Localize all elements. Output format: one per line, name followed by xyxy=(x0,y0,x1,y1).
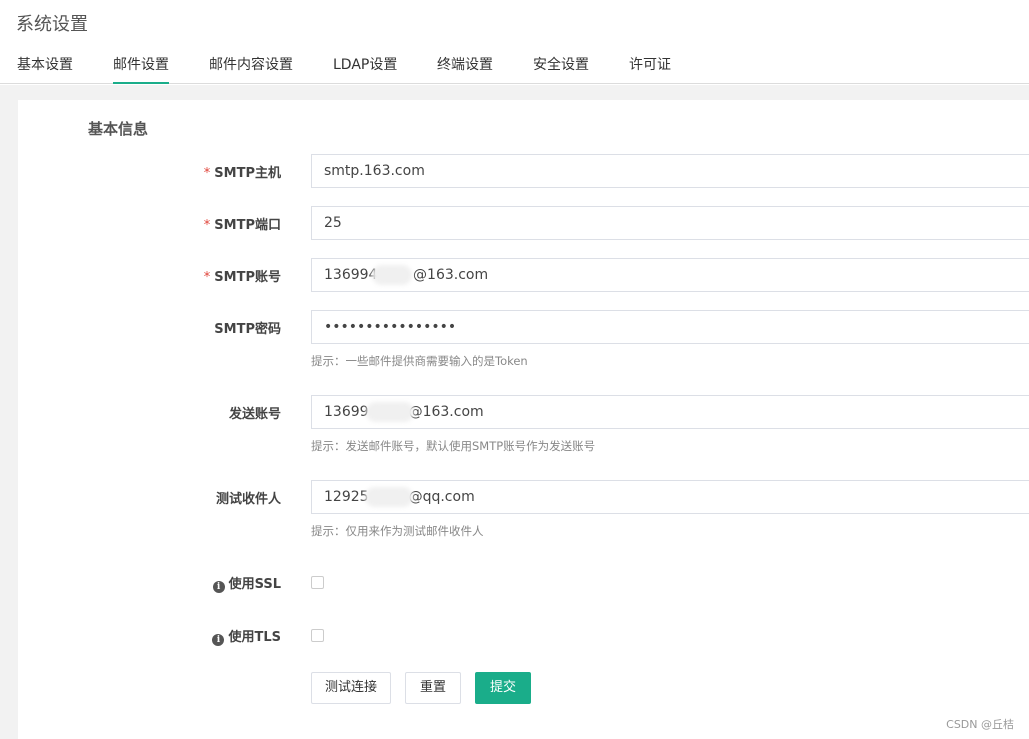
smtp-host-label: * SMTP主机 xyxy=(81,162,281,181)
section-title: 基本信息 xyxy=(88,120,149,138)
smtp-port-label-text: SMTP端口 xyxy=(214,218,281,233)
tab-license[interactable]: 许可证 xyxy=(629,48,671,84)
smtp-password-hint: 提示：一些邮件提供商需要输入的是Token xyxy=(311,354,528,368)
redaction-blur xyxy=(365,487,413,507)
use-tls-label-text: 使用TLS xyxy=(228,630,281,645)
send-account-hint: 提示：发送邮件账号，默认使用SMTP账号作为发送账号 xyxy=(311,439,596,453)
smtp-host-label-text: SMTP主机 xyxy=(214,166,281,181)
test-connection-button[interactable]: 测试连接 xyxy=(311,672,391,704)
smtp-port-label: * SMTP端口 xyxy=(81,214,281,233)
test-recipient-hint: 提示：仅用来作为测试邮件收件人 xyxy=(311,524,484,538)
required-mark: * xyxy=(203,166,211,181)
reset-button[interactable]: 重置 xyxy=(405,672,461,704)
use-ssl-label: i 使用SSL xyxy=(81,573,281,593)
tab-terminal-settings[interactable]: 终端设置 xyxy=(437,48,493,84)
info-icon[interactable]: i xyxy=(212,634,225,646)
use-tls-label: i 使用TLS xyxy=(81,626,281,646)
submit-button[interactable]: 提交 xyxy=(475,672,531,704)
test-recipient-label: 测试收件人 xyxy=(215,492,281,507)
tab-mail-settings[interactable]: 邮件设置 xyxy=(113,48,169,84)
send-account-input[interactable] xyxy=(311,395,1029,429)
tab-ldap-settings[interactable]: LDAP设置 xyxy=(333,48,397,84)
smtp-password-label: SMTP密码 xyxy=(214,322,281,337)
use-tls-checkbox[interactable] xyxy=(311,629,324,642)
required-mark: * xyxy=(203,270,211,285)
info-icon[interactable]: i xyxy=(212,581,225,593)
watermark: CSDN @丘桔 xyxy=(946,718,1014,731)
smtp-host-input[interactable] xyxy=(311,154,1029,188)
use-ssl-checkbox[interactable] xyxy=(311,576,324,589)
redaction-blur xyxy=(372,265,412,285)
smtp-password-input[interactable] xyxy=(311,310,1029,344)
required-mark: * xyxy=(203,218,211,233)
smtp-account-label-text: SMTP账号 xyxy=(214,270,281,285)
use-ssl-label-text: 使用SSL xyxy=(228,577,281,592)
tab-security-settings[interactable]: 安全设置 xyxy=(533,48,589,84)
send-account-label: 发送账号 xyxy=(228,407,281,422)
tab-mail-content-settings[interactable]: 邮件内容设置 xyxy=(209,48,293,84)
smtp-port-input[interactable] xyxy=(311,206,1029,240)
tab-bar: 基本设置 邮件设置 邮件内容设置 LDAP设置 终端设置 安全设置 许可证 xyxy=(0,48,1029,84)
smtp-account-label: * SMTP账号 xyxy=(81,266,281,285)
test-recipient-input[interactable] xyxy=(311,480,1029,514)
smtp-account-input[interactable] xyxy=(311,258,1029,292)
tab-basic-settings[interactable]: 基本设置 xyxy=(17,48,73,84)
page-title: 系统设置 xyxy=(16,14,88,35)
redaction-blur xyxy=(366,402,414,422)
